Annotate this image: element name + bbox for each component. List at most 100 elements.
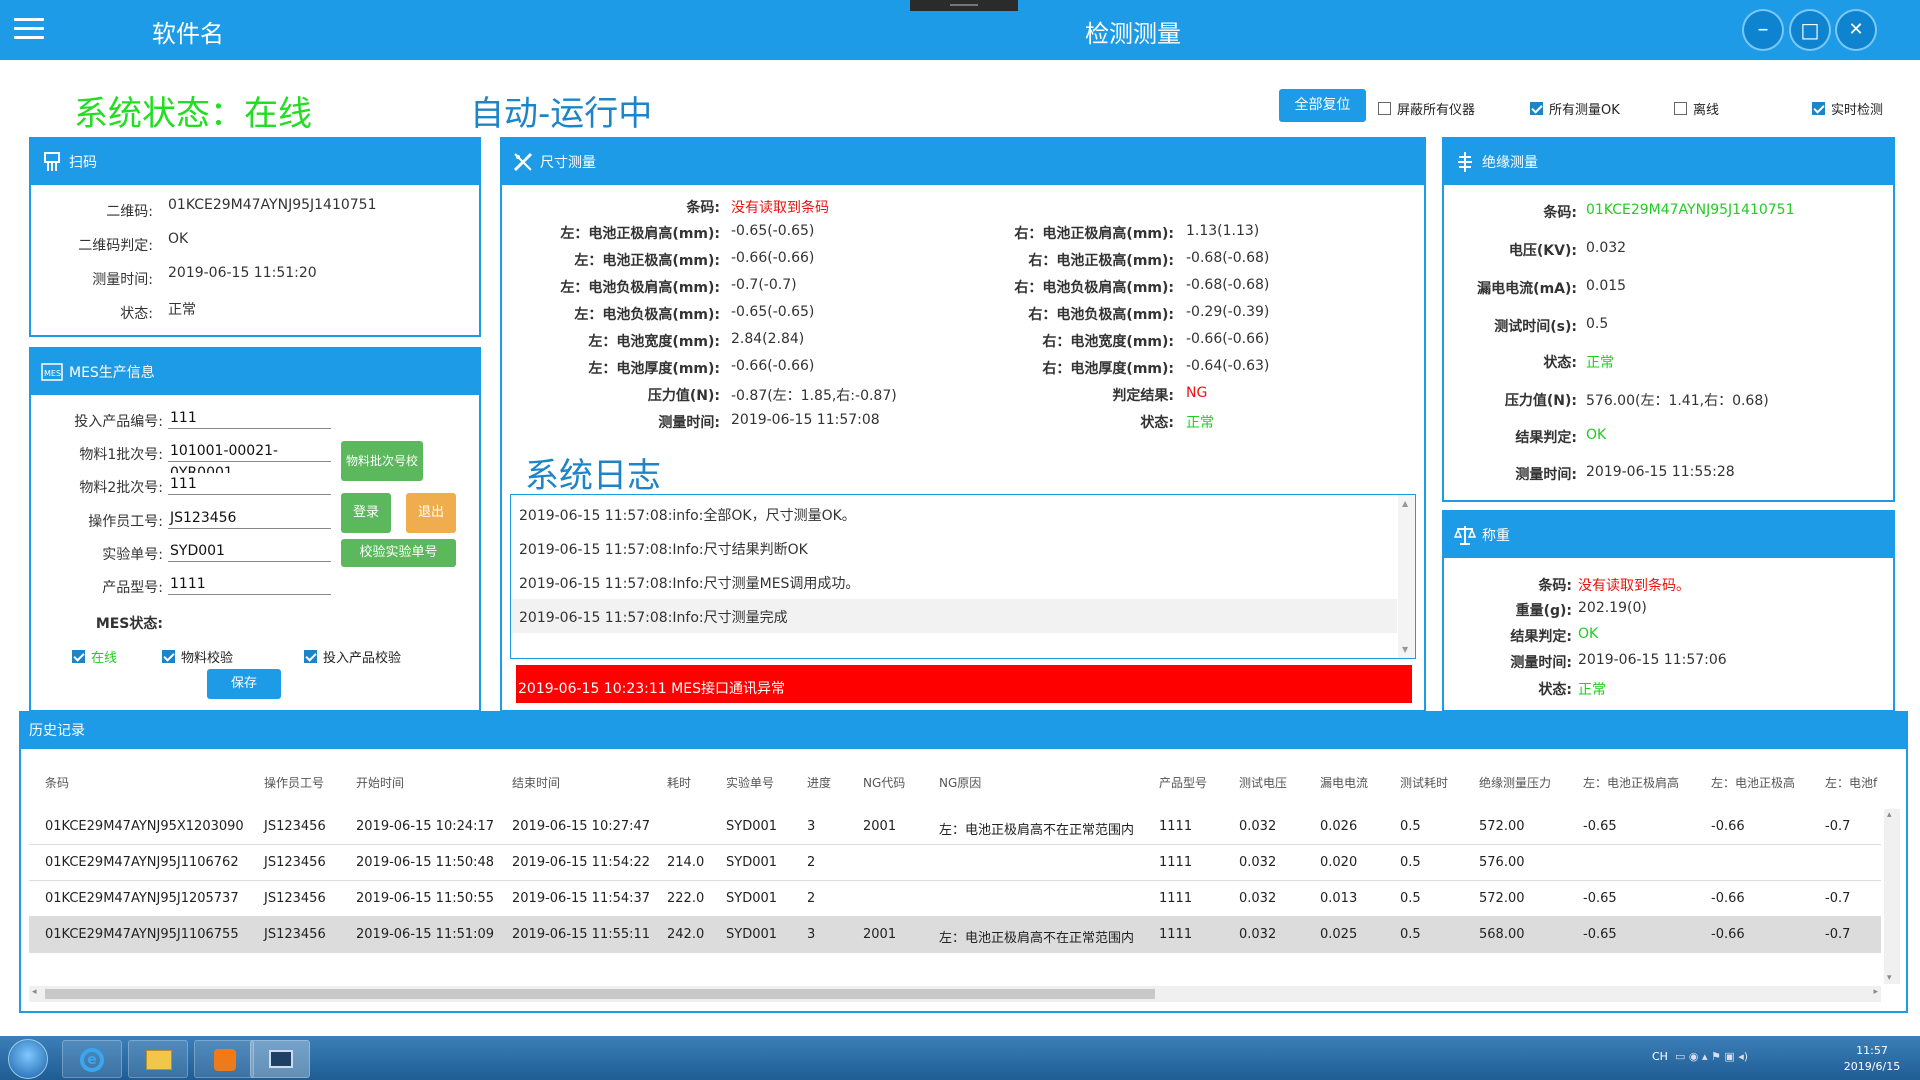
online-checkbox[interactable]: 在线 xyxy=(72,647,117,666)
title-bar: 软件名 检测测量 – □ ✕ xyxy=(0,0,1920,60)
table-cell: SYD001 xyxy=(726,855,778,870)
ie-taskbar-icon[interactable]: e xyxy=(62,1040,122,1078)
history-column-header[interactable]: 测试电压 xyxy=(1239,774,1287,791)
weigh-panel-header: 称重 xyxy=(1444,512,1893,558)
history-column-header[interactable]: 漏电电流 xyxy=(1320,774,1368,791)
table-cell: 2019-06-15 10:27:47 xyxy=(512,819,651,834)
scroll-left-icon[interactable]: ◂ xyxy=(32,987,37,997)
start-button-icon[interactable] xyxy=(8,1039,48,1079)
offline-checkbox[interactable]: 离线 xyxy=(1674,99,1719,118)
scroll-down-icon[interactable]: ▾ xyxy=(1887,973,1892,983)
log-line: 2019-06-15 11:57:08:Info:尺寸结果判断OK xyxy=(519,542,808,558)
weigh-label: 测量时间: xyxy=(1510,655,1572,671)
history-column-header[interactable]: 开始时间 xyxy=(356,774,404,791)
weigh-value: 正常 xyxy=(1578,682,1606,698)
tray-icons[interactable]: ▭ ◉ ▴ ⚑ ▣ ◂) xyxy=(1675,1050,1775,1064)
scan-panel-header: 扫码 xyxy=(31,139,479,185)
history-column-header[interactable]: 产品型号 xyxy=(1159,774,1207,791)
history-vscrollbar[interactable]: ▴ ▾ xyxy=(1884,809,1900,984)
app-taskbar-icon[interactable] xyxy=(250,1040,310,1078)
history-column-header[interactable]: 测试耗时 xyxy=(1400,774,1448,791)
history-column-header[interactable]: 条码 xyxy=(45,774,69,791)
media-player-taskbar-icon[interactable] xyxy=(194,1040,254,1078)
checkbox-box xyxy=(72,650,85,663)
table-cell: -0.7 xyxy=(1825,927,1851,942)
history-column-header[interactable]: 操作员工号 xyxy=(264,774,324,791)
qr-label: 二维码: xyxy=(106,204,153,220)
history-column-header[interactable]: 左：电池f xyxy=(1825,774,1877,791)
save-button[interactable]: 保存 xyxy=(207,669,281,699)
system-log[interactable]: 2019-06-15 11:57:08:info:全部OK，尺寸测量OK。 20… xyxy=(510,494,1416,659)
product-check-checkbox[interactable]: 投入产品校验 xyxy=(304,647,401,666)
weigh-label: 条码: xyxy=(1538,578,1572,594)
realtime-checkbox[interactable]: 实时检测 xyxy=(1812,99,1883,118)
weigh-value: 没有读取到条码。 xyxy=(1578,578,1690,594)
history-column-header[interactable]: NG代码 xyxy=(863,774,905,791)
history-column-header[interactable]: NG原因 xyxy=(939,774,981,791)
reset-all-button[interactable]: 全部复位 xyxy=(1279,89,1366,122)
scroll-down-icon[interactable]: ▼ xyxy=(1402,645,1408,654)
scanner-icon xyxy=(41,151,63,173)
close-button[interactable]: ✕ xyxy=(1837,11,1875,49)
clock-time[interactable]: 11:57 xyxy=(1843,1044,1901,1057)
mes-status-label: MES状态: xyxy=(95,616,163,632)
table-row[interactable]: 01KCE29M47AYNJ95X1203090 JS123456 2019-06-… xyxy=(29,809,1881,845)
table-cell: -0.65 xyxy=(1583,927,1617,942)
batch-check-button[interactable]: 物料批次号校验 xyxy=(341,441,423,508)
experiment-no-input[interactable]: SYD001 xyxy=(168,540,331,562)
history-column-header[interactable]: 实验单号 xyxy=(726,774,774,791)
mes-field-label: 实验单号: xyxy=(102,547,163,563)
table-cell: 2001 xyxy=(863,819,897,834)
table-cell: 242.0 xyxy=(667,927,705,942)
drag-handle[interactable] xyxy=(910,0,1018,11)
operator-id-input[interactable]: JS123456 xyxy=(168,507,331,529)
material1-batch-input[interactable]: 101001-00021-0YR0001 xyxy=(168,440,331,481)
history-column-header[interactable]: 耗时 xyxy=(667,774,691,791)
insulator-icon xyxy=(1454,151,1476,173)
weigh-value: 202.19(0) xyxy=(1578,600,1647,616)
history-column-header[interactable]: 进度 xyxy=(807,774,831,791)
table-cell: 01KCE29M47AYNJ95X1203090 xyxy=(45,819,244,834)
table-row[interactable]: 01KCE29M47AYNJ95J1106762 JS123456 2019-06-… xyxy=(29,845,1881,881)
product-model-input[interactable]: 1111 xyxy=(168,573,331,595)
log-scrollbar[interactable]: ▲ ▼ xyxy=(1398,495,1415,658)
size-right-value: -0.66(-0.66) xyxy=(1186,331,1270,347)
hamburger-menu-icon[interactable] xyxy=(14,18,44,42)
experiment-check-button[interactable]: 校验实验单号 xyxy=(341,539,456,567)
insulation-label: 状态: xyxy=(1543,355,1577,371)
scroll-up-icon[interactable]: ▲ xyxy=(1402,499,1408,508)
table-cell: 0.020 xyxy=(1320,855,1358,870)
logout-button[interactable]: 退出 xyxy=(406,493,456,533)
table-cell: SYD001 xyxy=(726,927,778,942)
size-barcode-label: 条码: xyxy=(686,200,720,216)
mes-icon: MES xyxy=(41,361,63,383)
insulation-value: 576.00(左：1.41,右：0.68) xyxy=(1586,393,1769,409)
history-hscrollbar[interactable]: ◂ ▸ xyxy=(29,986,1881,1002)
weigh-value: 2019-06-15 11:57:06 xyxy=(1578,652,1727,668)
all-ok-checkbox[interactable]: 所有测量OK xyxy=(1530,99,1620,118)
scroll-right-icon[interactable]: ▸ xyxy=(1873,987,1878,997)
language-indicator[interactable]: CH xyxy=(1652,1050,1668,1063)
product-no-input[interactable]: 111 xyxy=(168,407,331,429)
insulation-panel-header: 绝缘测量 xyxy=(1444,139,1893,185)
table-row[interactable]: 01KCE29M47AYNJ95J1205737 JS123456 2019-06-… xyxy=(29,881,1881,917)
scroll-up-icon[interactable]: ▴ xyxy=(1887,810,1892,820)
material-check-checkbox[interactable]: 物料校验 xyxy=(162,647,233,666)
history-column-header[interactable]: 左：电池正极高 xyxy=(1711,774,1795,791)
clock-date[interactable]: 2019/6/15 xyxy=(1836,1060,1908,1073)
table-cell: JS123456 xyxy=(264,927,326,942)
history-column-header[interactable]: 左：电池正极肩高 xyxy=(1583,774,1679,791)
explorer-taskbar-icon[interactable] xyxy=(128,1040,188,1078)
history-column-header[interactable]: 绝缘测量压力 xyxy=(1479,774,1551,791)
history-column-header[interactable]: 结束时间 xyxy=(512,774,560,791)
login-button[interactable]: 登录 xyxy=(341,493,391,533)
history-hscroll-thumb[interactable] xyxy=(45,989,1155,999)
size-panel-header: 尺寸测量 xyxy=(502,139,1424,185)
block-instruments-checkbox[interactable]: 屏蔽所有仪器 xyxy=(1378,99,1475,118)
material2-batch-input[interactable]: 111 xyxy=(168,473,331,495)
maximize-button[interactable]: □ xyxy=(1791,11,1829,49)
minimize-button[interactable]: – xyxy=(1744,11,1782,49)
size-left-label: 左：电池负极高(mm): xyxy=(574,307,720,323)
table-row[interactable]: 01KCE29M47AYNJ95J1106755 JS123456 2019-06-… xyxy=(29,917,1881,953)
table-cell: 2019-06-15 11:54:22 xyxy=(512,855,651,870)
